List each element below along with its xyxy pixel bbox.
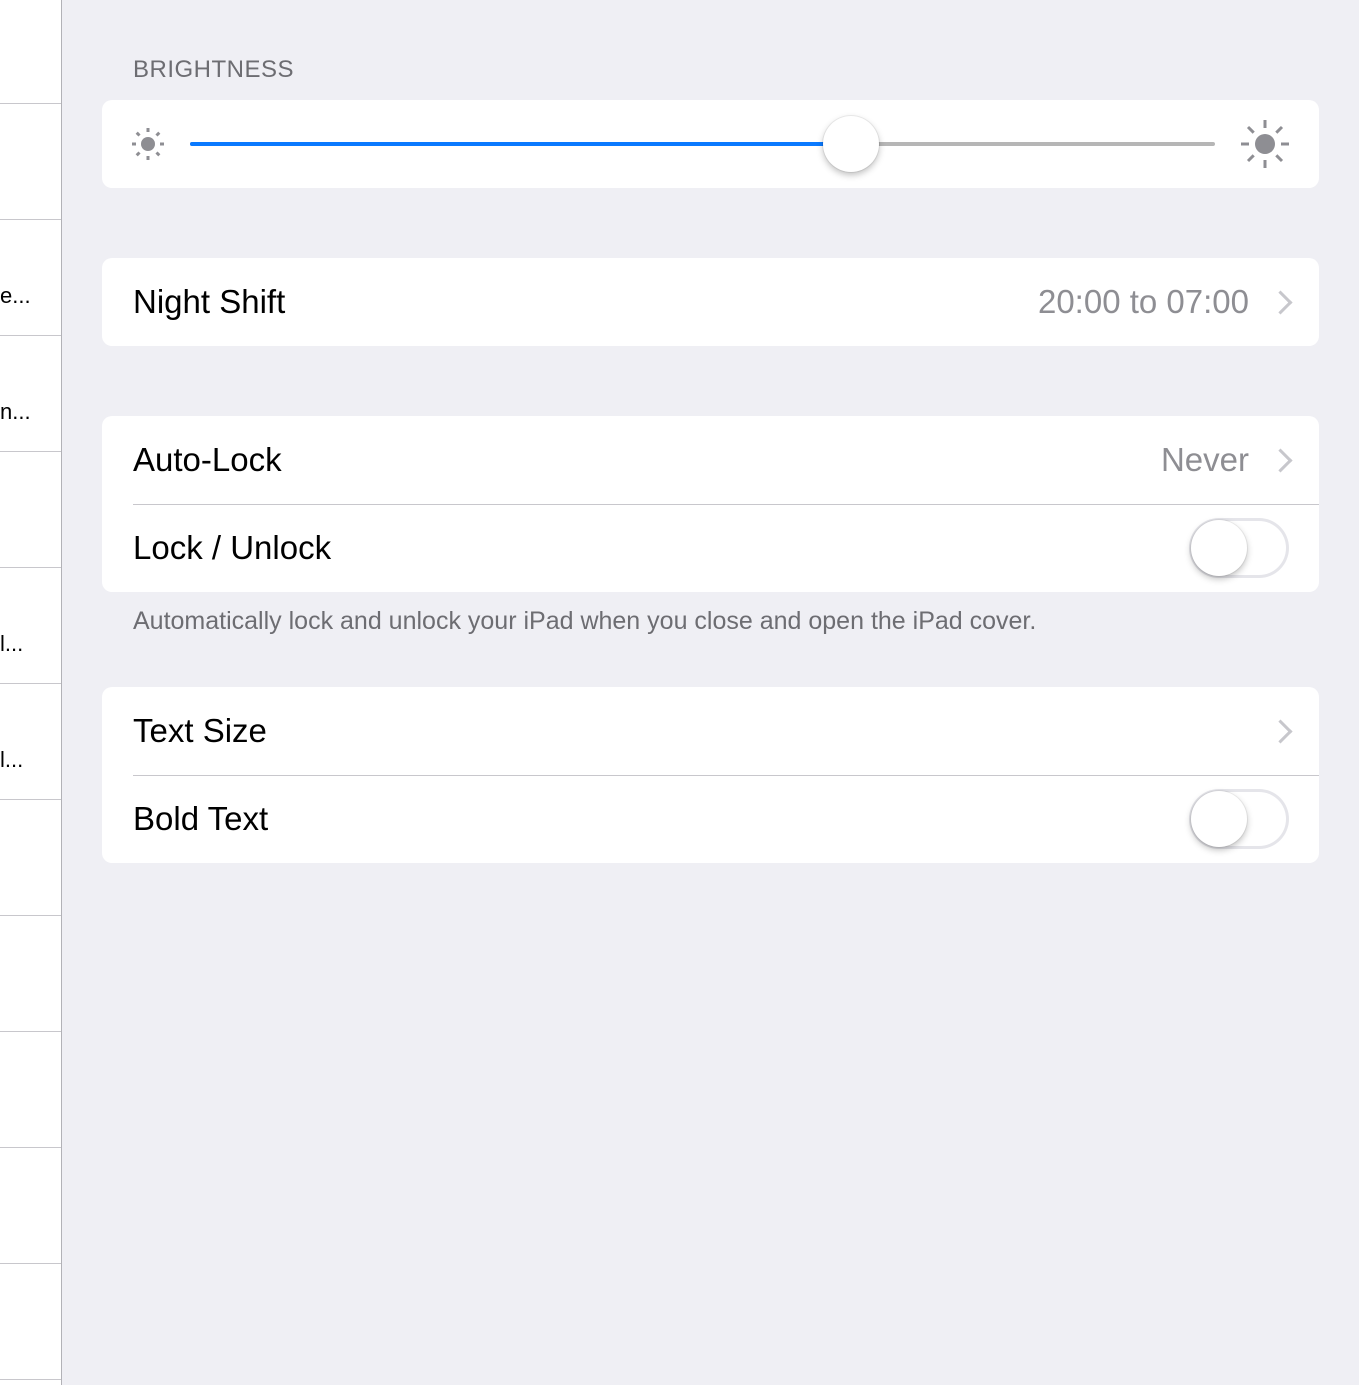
chevron-right-icon: [1268, 447, 1293, 473]
brightness-slider-fill: [190, 142, 852, 146]
display-brightness-pane: BRIGHTNESS Night Shift 20:00 to 07:00 Au…: [62, 0, 1359, 1385]
night-shift-group: Night Shift 20:00 to 07:00: [102, 258, 1319, 346]
sidebar-item[interactable]: l...: [0, 684, 61, 800]
sidebar-item[interactable]: [0, 104, 61, 220]
sun-small-icon: [132, 128, 164, 160]
night-shift-label: Night Shift: [133, 283, 286, 320]
brightness-group: [102, 100, 1319, 188]
toggle-knob: [1191, 791, 1247, 847]
night-shift-value: 20:00 to 07:00: [1037, 283, 1249, 320]
brightness-slider-thumb[interactable]: [823, 116, 880, 172]
auto-lock-label: Auto-Lock: [133, 441, 282, 478]
lock-unlock-row: Lock / Unlock: [102, 504, 1319, 592]
sidebar-item[interactable]: [0, 1032, 61, 1148]
bold-text-row: Bold Text: [102, 775, 1319, 863]
brightness-slider-track[interactable]: [190, 116, 1215, 172]
sidebar-item[interactable]: n...: [0, 336, 61, 452]
lock-group: Auto-Lock Never Lock / Unlock: [102, 416, 1319, 592]
text-group: Text Size Bold Text: [102, 687, 1319, 863]
sidebar-item[interactable]: [0, 452, 61, 568]
sidebar-item[interactable]: [0, 1148, 61, 1264]
sidebar-item[interactable]: [0, 916, 61, 1032]
sun-large-icon: [1241, 120, 1289, 168]
auto-lock-row[interactable]: Auto-Lock Never: [102, 416, 1319, 504]
auto-lock-value: Never: [1160, 441, 1249, 478]
chevron-right-icon: [1268, 718, 1293, 744]
lock-unlock-footer-note: Automatically lock and unlock your iPad …: [133, 607, 1037, 635]
sidebar-item-label: n...: [0, 399, 31, 424]
settings-sidebar: e... n... l... l...: [0, 0, 62, 1385]
sidebar-item[interactable]: e...: [0, 220, 61, 336]
sidebar-item-label: l...: [0, 631, 24, 656]
brightness-section-header: BRIGHTNESS: [133, 56, 295, 83]
sidebar-item[interactable]: [0, 0, 61, 104]
lock-unlock-label: Lock / Unlock: [133, 529, 332, 566]
chevron-right-icon: [1268, 289, 1293, 315]
bold-text-label: Bold Text: [133, 800, 269, 837]
text-size-label: Text Size: [133, 712, 267, 749]
sidebar-item[interactable]: [0, 1264, 61, 1380]
sidebar-item-label: l...: [0, 747, 24, 772]
sidebar-item-label: e...: [0, 283, 31, 308]
sidebar-item[interactable]: [0, 800, 61, 916]
sidebar-item[interactable]: l...: [0, 568, 61, 684]
text-size-row[interactable]: Text Size: [102, 687, 1319, 775]
lock-unlock-toggle[interactable]: [1189, 518, 1289, 578]
toggle-knob: [1191, 520, 1247, 576]
night-shift-row[interactable]: Night Shift 20:00 to 07:00: [102, 258, 1319, 346]
brightness-slider-cell: [102, 100, 1319, 188]
bold-text-toggle[interactable]: [1189, 789, 1289, 849]
